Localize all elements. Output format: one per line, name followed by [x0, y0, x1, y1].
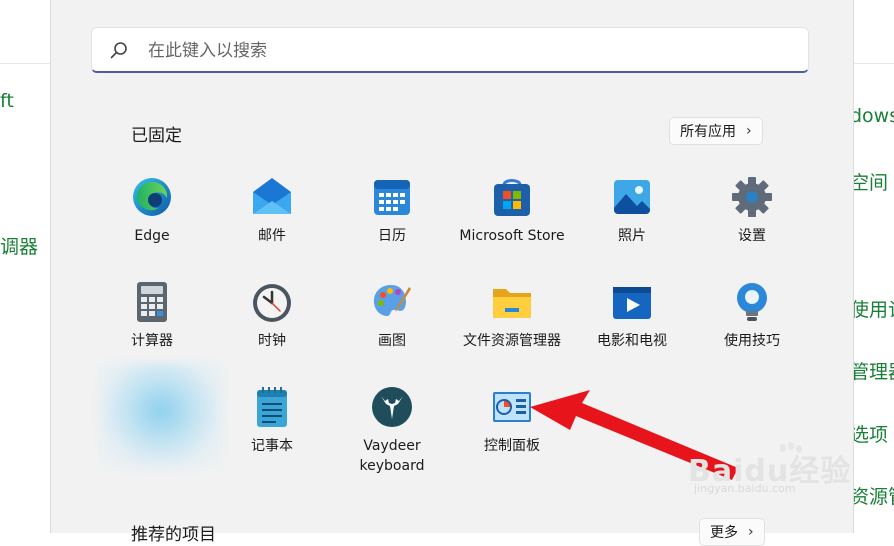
app-label: 记事本: [251, 438, 293, 454]
app-tips[interactable]: 使用技巧: [692, 281, 812, 351]
app-settings[interactable]: 设置: [692, 176, 812, 246]
background-link: 管理器: [850, 361, 894, 383]
background-divider: [0, 63, 50, 64]
edge-icon: [131, 176, 173, 218]
notepad-icon: [251, 386, 293, 428]
background-link: 空间: [850, 172, 889, 194]
calculator-icon: [131, 281, 173, 323]
deer-logo-icon: [371, 386, 413, 428]
background-divider: [852, 63, 894, 64]
app-calculator[interactable]: 计算器: [92, 281, 212, 351]
app-label: 设置: [738, 228, 766, 244]
photos-icon: [611, 176, 653, 218]
calendar-icon: [371, 176, 413, 218]
app-vaydeer-keyboard[interactable]: Vaydeer keyboard: [332, 386, 452, 476]
app-label: 文件资源管理器: [463, 333, 561, 349]
folder-icon: [491, 281, 533, 323]
app-label: 使用技巧: [724, 333, 780, 349]
app-movies-tv[interactable]: 电影和电视: [572, 281, 692, 351]
app-microsoft-store[interactable]: Microsoft Store: [452, 176, 572, 246]
app-paint[interactable]: 画图: [332, 281, 452, 351]
search-icon: [110, 42, 127, 59]
app-label: 画图: [378, 333, 406, 349]
app-label: 电影和电视: [597, 333, 667, 349]
search-input[interactable]: [146, 37, 790, 65]
chevron-right-icon: ›: [746, 123, 752, 139]
gear-icon: [731, 176, 773, 218]
chevron-right-icon: ›: [748, 524, 754, 540]
baidu-watermark: Baidu经验 jingyan.baidu.com: [688, 440, 888, 499]
blurred-app-tile[interactable]: [98, 362, 224, 470]
app-label: 计算器: [131, 333, 173, 349]
app-label: Vaydeer keyboard: [359, 438, 425, 474]
app-label: 邮件: [258, 228, 286, 244]
watermark-url: jingyan.baidu.com: [694, 482, 796, 495]
app-label: Edge: [134, 228, 170, 244]
mail-icon: [251, 176, 293, 218]
app-notepad[interactable]: 记事本: [212, 386, 332, 456]
app-calendar[interactable]: 日历: [332, 176, 452, 246]
app-label: Microsoft Store: [459, 228, 565, 244]
more-label: 更多: [710, 525, 738, 541]
more-button[interactable]: 更多 ›: [699, 518, 765, 546]
app-label: 时钟: [258, 333, 286, 349]
app-file-explorer[interactable]: 文件资源管理器: [452, 281, 572, 351]
app-mail[interactable]: 邮件: [212, 176, 332, 246]
app-label: 照片: [618, 228, 646, 244]
background-link: ft: [0, 90, 14, 112]
app-clock[interactable]: 时钟: [212, 281, 332, 351]
lightbulb-icon: [731, 281, 773, 323]
movies-tv-icon: [611, 281, 653, 323]
app-label: 日历: [378, 228, 406, 244]
pinned-title: 已固定: [131, 126, 182, 146]
app-photos[interactable]: 照片: [572, 176, 692, 246]
all-apps-button[interactable]: 所有应用 ›: [669, 117, 763, 145]
clock-icon: [251, 281, 293, 323]
background-link: dows: [850, 105, 894, 127]
all-apps-label: 所有应用: [680, 124, 736, 140]
paint-palette-icon: [371, 281, 413, 323]
background-link: 使用记: [850, 299, 894, 321]
app-edge[interactable]: Edge: [92, 176, 212, 246]
search-box[interactable]: [91, 27, 809, 73]
background-link: 调器: [0, 236, 39, 258]
store-icon: [491, 176, 533, 218]
